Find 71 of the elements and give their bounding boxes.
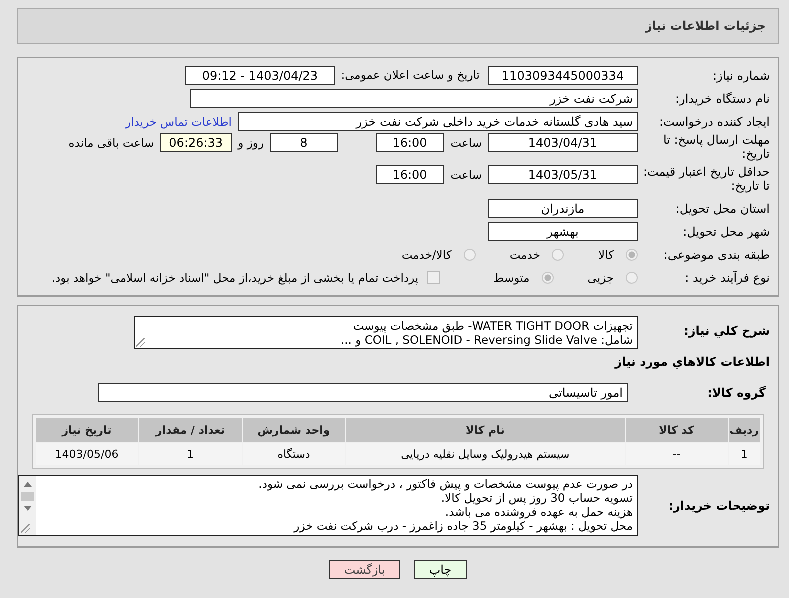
page-title: جزئیات اطلاعات نیاز [645,19,766,33]
scroll-down-icon[interactable] [24,506,32,511]
creator-field: سید هادی گلستانه خدمات خرید داخلی شرکت نفت خزر [238,112,638,131]
field-label: توضیحات خریدار: [668,498,771,512]
contact-link[interactable]: اطلاعات تماس خریدار [125,114,232,128]
table-cell: 1403/05/06 [36,443,138,465]
remaining-label: ساعت باقی مانده [68,136,154,150]
column-header: واحد شمارش [243,418,345,442]
need-number-field: 1103093445000334 [488,66,638,85]
field-label: حداقل تاریخ اعتبار قیمت: تا تاریخ: [642,165,771,193]
checkbox-label: پرداخت تمام یا بخشی از مبلغ خرید،از محل "اسناد خزانه اسلامی" خواهد بود. [52,270,419,284]
city-field: بهشهر [488,222,638,241]
back-button[interactable]: بازگشت [329,560,400,579]
radio-label: کالا/خدمت [402,248,452,262]
buyer-field: شرکت نفت خزر [190,89,638,108]
time-label: ساعت [450,168,482,182]
table-cell: دستگاه [243,443,345,465]
column-header: نام کالا [346,418,625,442]
field-label: شماره نیاز: [712,68,771,82]
column-header: کد کالا [626,418,728,442]
description-text: شامل: COIL , SOLENOID - Reversing Slide Valve و ... [340,333,633,347]
radio-button[interactable] [626,272,638,284]
notes-text: محل تحویل : بهشهر - کیلومتر 35 جاده زاغمرز - درب شرکت نفت خزر [292,519,633,533]
date-field: 1403/04/31 [488,133,638,152]
scrollbar[interactable] [19,476,36,535]
field-label: نام دستگاه خریدار: [674,92,771,106]
column-header: تعداد / مقدار [139,418,242,442]
radio-button[interactable] [626,248,638,260]
checkbox[interactable] [426,271,440,284]
radio-button[interactable] [542,272,554,284]
field-label: شهر محل تحویل: [682,224,771,238]
announce-date-field: 1403/04/23 - 09:12 [185,66,336,85]
table-cell: -- [626,443,728,465]
time-field: 16:00 [376,133,444,152]
radio-button[interactable] [552,248,564,260]
field-label: گروه کالا: [706,386,767,400]
goods-group-field: امور تاسیساتی [98,383,628,402]
scroll-thumb[interactable] [21,492,34,501]
notes-text: در صورت عدم پیوست مشخصات و پیش فاکتور ، درخواست بررسی نمی شود. [258,477,633,491]
print-button[interactable]: چاپ [414,560,467,579]
notes-text: تسویه حساب 30 روز پس از تحویل کالا. [440,491,633,505]
time-field: 16:00 [376,165,444,184]
radio-label: کالا [598,248,614,262]
radio-label: جزیی [588,270,614,284]
field-label: تاریخ و ساعت اعلان عمومی: [341,67,480,84]
time-label: ساعت [450,136,482,150]
field-label: مهلت ارسال پاسخ: تا تاریخ: [662,133,771,161]
radio-label: متوسط [494,270,530,284]
table-cell: 1 [139,443,242,465]
radio-button[interactable] [464,248,476,260]
column-header: ردیف [728,418,760,442]
days-field: 8 [270,133,338,152]
remaining-time-field: 06:26:33 [160,133,232,152]
table-cell: 1 [728,443,760,465]
description-text: تجهیزات WATER TIGHT DOOR- طبق مشخصات پیوست [352,319,633,333]
field-label: شرح کلي نياز: [683,324,771,338]
resize-grip-icon [21,524,30,533]
radio-label: خدمت [510,248,540,262]
scroll-up-icon[interactable] [24,482,32,487]
province-field: مازندران [488,199,638,218]
notes-text: هزینه حمل به عهده فروشنده می باشد. [444,505,633,519]
resize-grip-icon [136,338,145,347]
section-title: اطلاعات کالاهاي مورد نياز [614,354,771,369]
field-label: نوع فرآیند خرید : [684,270,771,284]
date-field: 1403/05/31 [488,165,638,184]
field-label: استان محل تحویل: [674,202,771,216]
field-label: طبقه بندی موضوعی: [662,248,771,262]
table-cell: سیستم هیدرولیک وسایل نقلیه دریایی [346,443,625,465]
field-label: ایجاد کننده درخواست: [658,114,771,128]
days-label: روز و [238,136,264,150]
column-header: تاریخ نیاز [36,418,138,442]
